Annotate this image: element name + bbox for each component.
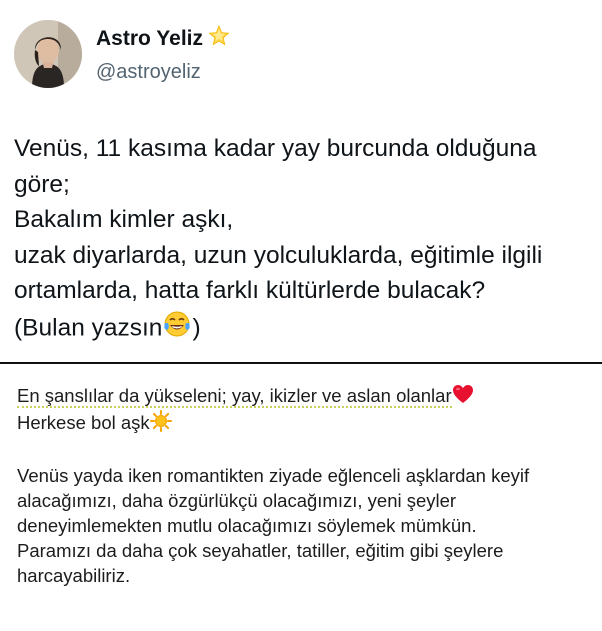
laughing-tears-emoji-icon bbox=[162, 309, 192, 350]
tweet-line-last: (Bulan yazsın ) bbox=[14, 309, 594, 350]
tweet-line: uzak diyarlarda, uzun yolculuklarda, eği… bbox=[14, 241, 543, 269]
star-icon bbox=[207, 24, 231, 55]
display-name: Astro Yeliz bbox=[96, 27, 203, 50]
tweet-line: Venüs, 11 kasıma kadar yay burcunda oldu… bbox=[14, 135, 537, 162]
note-paragraph-line: alacağımızı, daha özgürlükçü olacağımızı… bbox=[17, 490, 457, 512]
divider bbox=[0, 362, 602, 364]
avatar[interactable] bbox=[14, 20, 82, 88]
note-text: En şanslılar da yükseleni; yay, ikizler … bbox=[17, 383, 597, 588]
display-name-row[interactable]: Astro Yeliz bbox=[96, 24, 231, 55]
tweet-line: ortamlarda, hatta farklı kültürlerde bul… bbox=[14, 277, 486, 304]
note-paragraph-line: Paramızı da daha çok seyahatler, tatille… bbox=[17, 540, 504, 562]
tweet-line: Bakalım kimler aşkı, bbox=[14, 206, 234, 233]
note-line-2: Herkese bol aşk bbox=[17, 410, 597, 438]
note-line-text: Herkese bol aşk bbox=[17, 412, 150, 434]
sun-emoji-icon bbox=[149, 410, 172, 438]
note-highlight: En şanslılar da yükseleni; yay, ikizler … bbox=[17, 385, 452, 408]
note-paragraph-line: Venüs yayda iken romantikten ziyade eğle… bbox=[17, 465, 530, 487]
user-names: Astro Yeliz @astroyeliz bbox=[96, 24, 231, 85]
user-handle[interactable]: @astroyeliz bbox=[96, 59, 231, 85]
avatar-photo bbox=[14, 20, 82, 88]
note-paragraph-line: deneyimlemekten mutlu olacağımızı söylem… bbox=[17, 515, 477, 537]
red-heart-emoji-icon bbox=[452, 384, 474, 410]
note-paragraph-line: harcayabiliriz. bbox=[17, 565, 131, 587]
note-line-1: En şanslılar da yükseleni; yay, ikizler … bbox=[17, 383, 597, 410]
tweet-header: Astro Yeliz @astroyeliz bbox=[14, 20, 231, 88]
tweet-text: Venüs, 11 kasıma kadar yay burcunda oldu… bbox=[14, 131, 594, 349]
tweet-line-text: ) bbox=[192, 314, 201, 342]
tweet-line: göre; bbox=[14, 170, 70, 198]
tweet-line-text: (Bulan yazsın bbox=[14, 314, 163, 342]
